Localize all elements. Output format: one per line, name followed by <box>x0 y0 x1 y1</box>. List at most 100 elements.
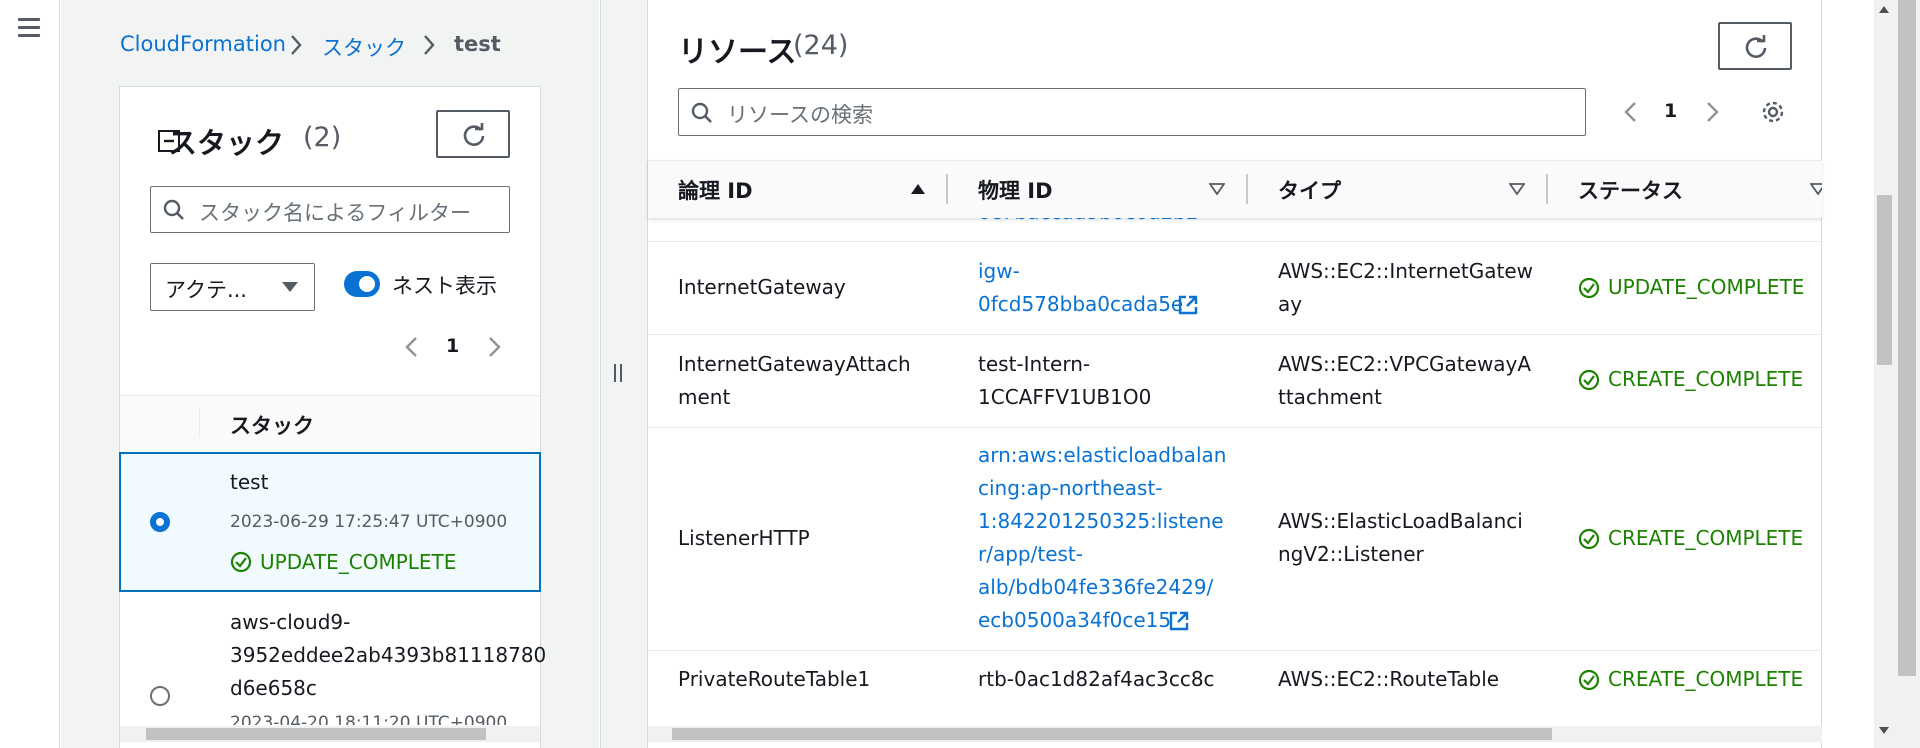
success-icon <box>1578 369 1600 391</box>
scrollbar-thumb[interactable] <box>146 728 486 740</box>
cell-physical-id-link[interactable]: 1:842201250325:listene <box>978 505 1224 538</box>
column-header-type[interactable]: タイプ <box>1278 175 1341 205</box>
cell-logical-id: PrivateRouteTable1 <box>678 667 871 691</box>
menu-icon[interactable] <box>16 14 44 40</box>
search-icon <box>691 102 712 123</box>
stacks-horizontal-scrollbar[interactable] <box>120 726 540 742</box>
column-divider[interactable] <box>1246 174 1248 204</box>
cell-physical-id-link[interactable]: alb/bdb04fe336fe2429/ <box>978 571 1213 604</box>
breadcrumb-cloudformation[interactable]: CloudFormation <box>120 32 286 56</box>
cell-physical-id: rtb-0ac1d82af4ac3cc8c <box>978 667 1215 691</box>
stacks-count: (2) <box>303 122 342 153</box>
partial-row-link[interactable]: 0c7baccad9b0c0a2b2 <box>978 218 1228 226</box>
cell-physical-id-link[interactable]: 0fcd578bba0cada5e <box>978 288 1183 321</box>
nested-view-label: ネスト表示 <box>392 274 497 298</box>
stack-status-select[interactable]: アクテ... <box>150 263 315 311</box>
search-icon <box>163 199 184 220</box>
cell-logical-id: ListenerHTTP <box>678 526 810 550</box>
partial-row-link-text[interactable]: 0c7baccad9b0c0a2b2 <box>978 218 1199 226</box>
sort-icon[interactable] <box>1209 183 1225 195</box>
success-icon <box>1578 669 1600 691</box>
breadcrumb-stacks[interactable]: スタック <box>322 32 406 62</box>
resource-search-input[interactable]: リソースの検索 <box>678 88 1586 136</box>
cell-logical-id: InternetGatewayAttach <box>678 352 911 376</box>
stack-row-name[interactable]: test <box>230 470 268 494</box>
cell-physical-id-link[interactable]: arn:aws:elasticloadbalan <box>978 439 1226 472</box>
cell-status: CREATE_COMPLETE <box>1608 367 1804 391</box>
chevron-right-icon[interactable] <box>1706 101 1720 123</box>
chevron-right-icon <box>424 35 435 55</box>
cell-physical-id-link[interactable]: cing:ap-northeast- <box>978 472 1163 505</box>
cell-physical-id-link[interactable]: igw- <box>978 255 1020 288</box>
drag-handle-icon <box>614 364 622 382</box>
cell-physical-id-link[interactable]: r/app/test- <box>978 538 1083 571</box>
caret-down-icon <box>282 282 298 292</box>
resources-refresh-button[interactable] <box>1718 22 1792 70</box>
column-divider[interactable] <box>946 174 948 204</box>
panel-splitter[interactable] <box>600 0 647 748</box>
scrollbar-thumb[interactable] <box>672 728 1552 740</box>
cell-logical-id: InternetGateway <box>678 275 846 299</box>
stack-filter-placeholder: スタック名によるフィルター <box>199 201 471 225</box>
stack-row-status: UPDATE_COMPLETE <box>260 550 457 574</box>
stack-row-name-line[interactable]: aws-cloud9- <box>230 610 350 634</box>
cell-type: AWS::EC2::RouteTable <box>1278 667 1500 691</box>
sort-icon[interactable] <box>1509 183 1525 195</box>
cell-type: AWS::EC2::InternetGatew <box>1278 259 1534 283</box>
stack-filter-input[interactable]: スタック名によるフィルター <box>150 186 510 233</box>
column-divider <box>199 408 200 438</box>
external-link-icon[interactable] <box>1177 294 1199 316</box>
stack-row-name-line[interactable]: d6e658c <box>230 676 317 700</box>
resources-count: (24) <box>793 30 849 61</box>
scroll-up-icon[interactable] <box>1878 4 1890 14</box>
cell-logical-id: ment <box>678 385 731 409</box>
success-icon <box>1578 277 1600 299</box>
column-header-logical-id[interactable]: 論理 ID <box>678 175 753 205</box>
resources-title: リソース <box>678 35 797 70</box>
scrollbar-thumb[interactable] <box>1877 195 1892 365</box>
cell-physical-id-link[interactable]: ecb0500a34f0ce15 <box>978 604 1171 637</box>
chevron-left-icon[interactable] <box>404 336 418 358</box>
cell-physical-id: test-Intern- <box>978 352 1091 376</box>
external-link-icon[interactable] <box>1168 610 1190 632</box>
column-header-status[interactable]: ステータス <box>1578 175 1683 205</box>
stack-row-radio-selected[interactable] <box>150 512 170 532</box>
stack-row-radio[interactable] <box>150 686 170 706</box>
cell-type: AWS::ElasticLoadBalanci <box>1278 509 1523 533</box>
stacks-column-header[interactable]: スタック <box>230 410 314 440</box>
cell-type: AWS::EC2::VPCGatewayA <box>1278 352 1532 376</box>
nested-view-toggle[interactable] <box>344 271 380 297</box>
scrollbar-thumb[interactable] <box>1898 0 1916 676</box>
sort-ascending-icon[interactable] <box>910 183 926 195</box>
page-vertical-scrollbar[interactable] <box>1874 0 1894 748</box>
cell-type: ngV2::Listener <box>1278 542 1424 566</box>
side-rail <box>0 0 60 748</box>
stack-row-name-line[interactable]: 3952eddee2ab4393b81118780 <box>230 643 546 667</box>
sort-icon[interactable] <box>1810 183 1822 195</box>
refresh-icon <box>463 123 485 146</box>
settings-icon[interactable] <box>1760 99 1786 125</box>
stack-status-select-value: アクテ... <box>165 278 247 302</box>
cell-status: CREATE_COMPLETE <box>1608 667 1804 691</box>
cell-status: UPDATE_COMPLETE <box>1608 275 1805 299</box>
success-icon <box>230 551 252 573</box>
breadcrumb-current: test <box>454 32 501 56</box>
column-header-physical-id[interactable]: 物理 ID <box>978 175 1053 205</box>
scroll-down-icon[interactable] <box>1878 726 1890 736</box>
stacks-refresh-button[interactable] <box>436 110 510 158</box>
stacks-title: スタック <box>168 126 285 160</box>
resources-horizontal-scrollbar[interactable] <box>648 726 1822 742</box>
resource-search-placeholder: リソースの検索 <box>727 103 873 127</box>
stacks-page-number[interactable]: 1 <box>446 335 459 357</box>
success-icon <box>1578 528 1600 550</box>
cell-type: ay <box>1278 292 1303 316</box>
column-divider[interactable] <box>1546 174 1548 204</box>
chevron-right-icon <box>291 35 302 55</box>
window-vertical-scrollbar[interactable] <box>1894 0 1920 748</box>
stack-row-date: 2023-06-29 17:25:47 UTC+0900 <box>230 512 508 532</box>
cell-type: ttachment <box>1278 385 1382 409</box>
chevron-right-icon[interactable] <box>488 336 502 358</box>
resources-page-number[interactable]: 1 <box>1664 100 1677 122</box>
stack-row-date-partial: 2023-04-20 18:11:20 UTC+0900 <box>230 713 508 725</box>
chevron-left-icon[interactable] <box>1623 101 1637 123</box>
